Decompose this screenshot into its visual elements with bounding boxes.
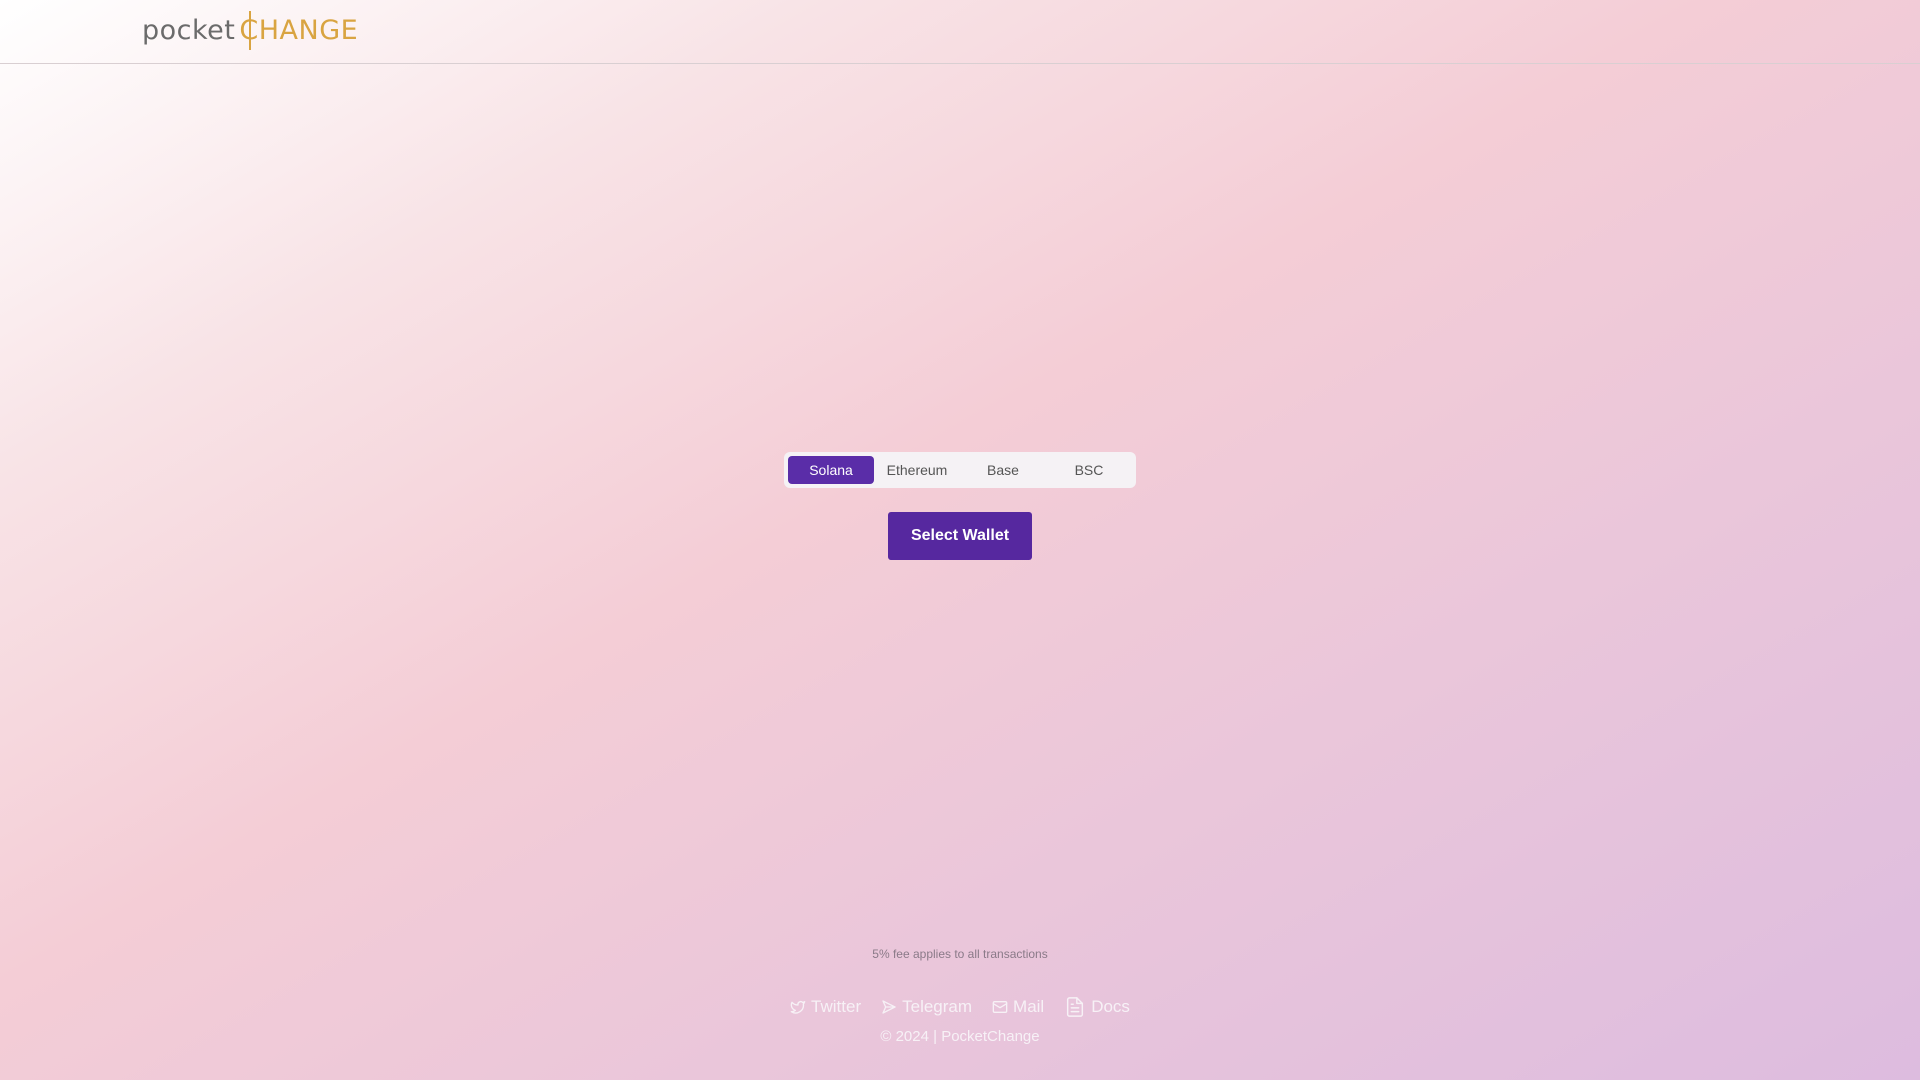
footer-link-label: Telegram <box>902 997 973 1016</box>
footer-link-docs[interactable]: Docs <box>1064 996 1130 1018</box>
tab-base[interactable]: Base <box>960 456 1046 484</box>
footer-link-label: Twitter <box>811 997 862 1016</box>
logo-text-pocket: pocket <box>142 14 236 46</box>
copyright: © 2024 | PocketChange <box>880 1028 1040 1045</box>
footer-link-label: Mail <box>1013 997 1045 1016</box>
footer-link-label: Docs <box>1091 997 1130 1016</box>
logo-text-change-label: CHANGE <box>239 14 359 46</box>
tab-solana[interactable]: Solana <box>788 456 874 484</box>
fee-note: 5% fee applies to all transactions <box>872 947 1048 961</box>
tab-ethereum[interactable]: Ethereum <box>874 456 960 484</box>
logo-coin-mark <box>249 10 252 50</box>
logo-text-change: CHANGE <box>239 10 359 50</box>
tab-bsc[interactable]: BSC <box>1046 456 1132 484</box>
footer-links: Twitter Telegram Mail Docs <box>0 996 1920 1018</box>
mail-icon <box>992 999 1008 1015</box>
header: pocket CHANGE <box>0 0 1920 64</box>
logo[interactable]: pocket CHANGE <box>142 10 359 50</box>
chain-selector: Solana Ethereum Base BSC <box>784 452 1136 488</box>
send-icon <box>881 999 897 1015</box>
select-wallet-button[interactable]: Select Wallet <box>888 512 1032 560</box>
footer-link-mail[interactable]: Mail <box>992 996 1044 1018</box>
document-icon <box>1064 996 1086 1018</box>
footer-link-telegram[interactable]: Telegram <box>881 996 972 1018</box>
footer-link-twitter[interactable]: Twitter <box>790 996 861 1018</box>
twitter-icon <box>790 999 806 1015</box>
